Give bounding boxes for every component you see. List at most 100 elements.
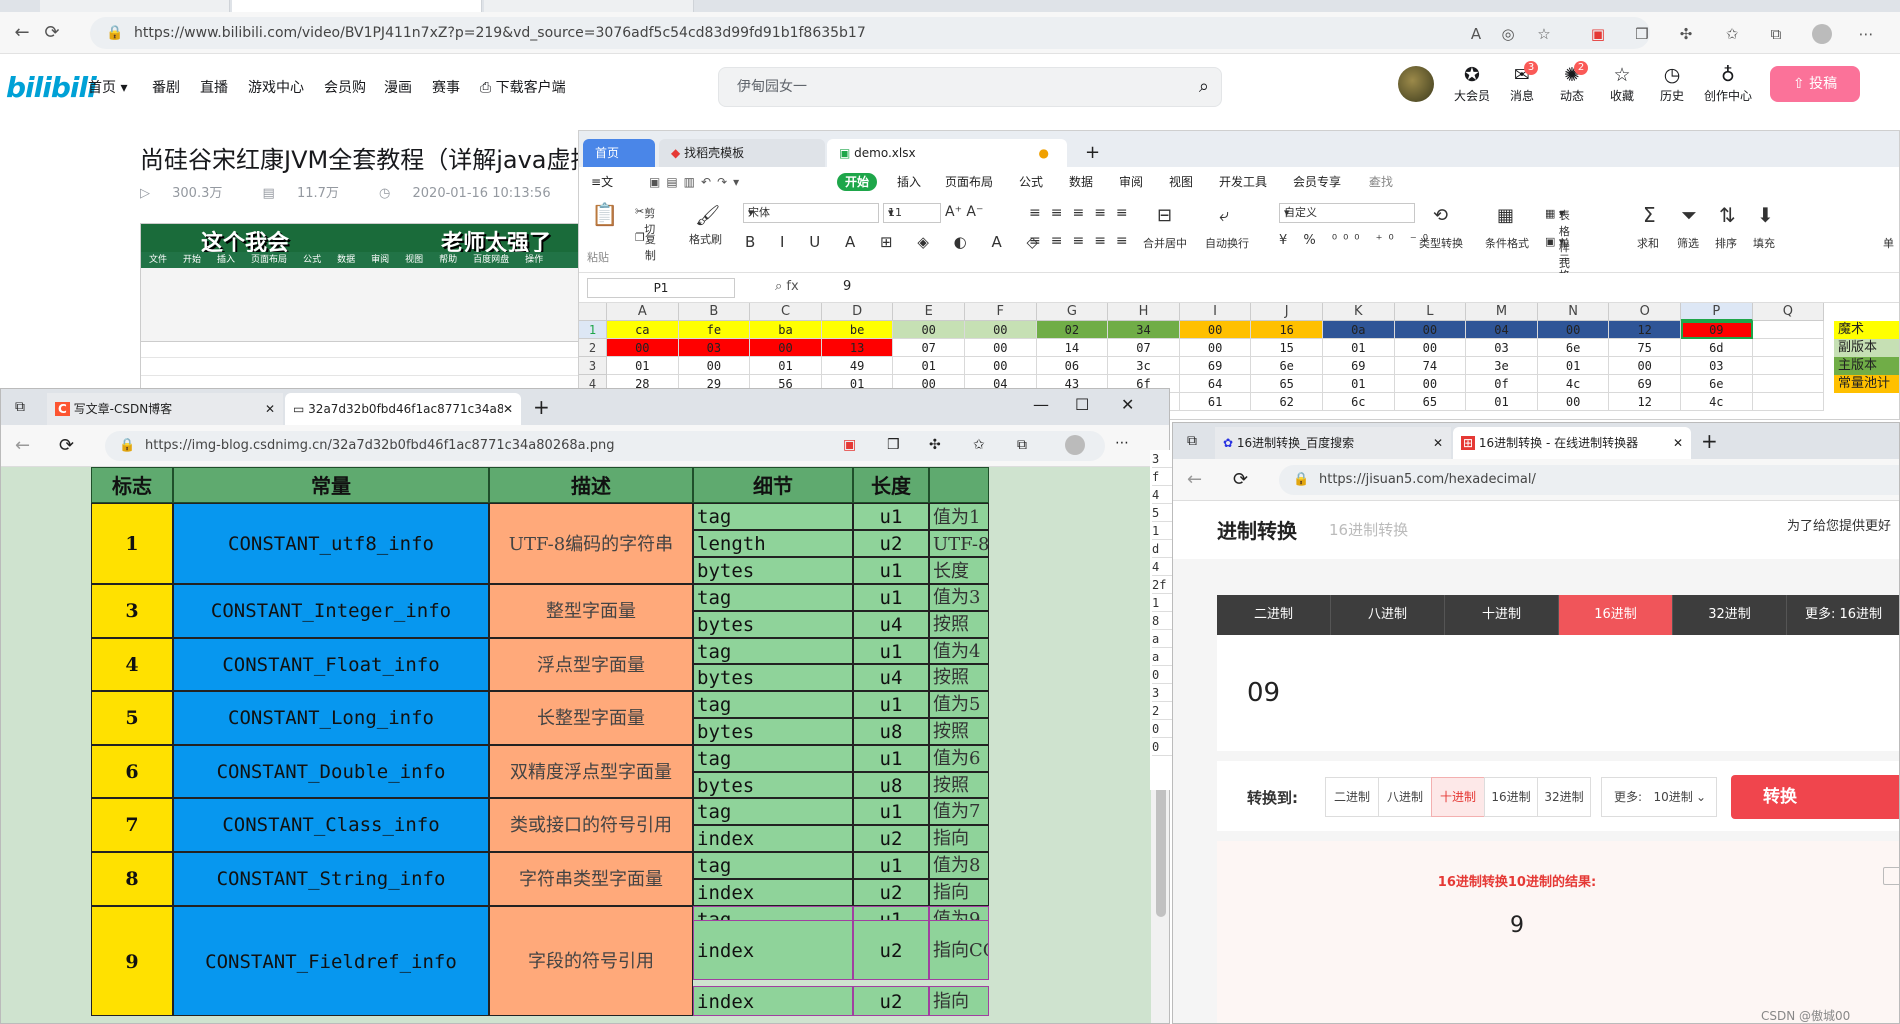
sheet-cell[interactable]: 34: [1108, 321, 1180, 339]
sheet-cell[interactable]: 12: [1609, 393, 1681, 411]
bilibili-logo[interactable]: bilibili: [6, 71, 97, 104]
sheet-cell[interactable]: 02: [1036, 321, 1109, 339]
nav-live[interactable]: 直播: [200, 77, 228, 97]
sheet-cell[interactable]: [1752, 321, 1825, 339]
back-icon[interactable]: ←: [1187, 469, 1202, 490]
more-menu-icon[interactable]: ⋯: [1115, 435, 1129, 451]
sheet-cell[interactable]: 00: [1537, 321, 1610, 339]
sort-icon[interactable]: ⇅: [1719, 203, 1736, 227]
formula-input[interactable]: 9: [843, 279, 851, 294]
cut-button[interactable]: ✂ 剪切: [635, 205, 655, 236]
row-header[interactable]: 1: [579, 321, 607, 339]
sheet-cell[interactable]: 06: [1036, 357, 1109, 375]
menu-review[interactable]: 审阅: [1119, 167, 1143, 197]
browser-tab-active[interactable]: [232, 0, 482, 12]
font-grow-icon[interactable]: A⁺ A⁻: [945, 204, 983, 220]
filter-button[interactable]: 筛选: [1677, 235, 1699, 251]
fx-icon[interactable]: ⌕ fx: [775, 279, 799, 294]
creator-button[interactable]: ♁ 创作中心: [1700, 63, 1756, 104]
sheet-cell[interactable]: 00: [965, 339, 1037, 357]
column-header[interactable]: E: [893, 303, 965, 321]
hex-input[interactable]: 09: [1217, 635, 1899, 751]
sheet-cell[interactable]: 09: [1681, 321, 1753, 339]
sheet-cell[interactable]: 01: [1323, 339, 1395, 357]
column-header[interactable]: C: [750, 303, 822, 321]
sheet-cell[interactable]: 65: [1394, 393, 1467, 411]
back-icon[interactable]: ←: [15, 435, 30, 456]
font-size-select[interactable]: 11 ▾: [883, 203, 941, 223]
sheet-cell[interactable]: 00: [965, 321, 1037, 339]
format-painter-label[interactable]: 格式刷: [689, 231, 722, 247]
sheet-cell[interactable]: 00: [965, 357, 1037, 375]
sheet-cell[interactable]: [1752, 339, 1825, 357]
refresh-icon[interactable]: ⟳: [40, 21, 64, 45]
profile-avatar[interactable]: [1812, 24, 1832, 44]
sheet-cell[interactable]: ca: [607, 321, 679, 339]
history-button[interactable]: ◷ 历史: [1650, 63, 1694, 104]
menu-layout[interactable]: 页面布局: [945, 167, 993, 197]
profile-avatar[interactable]: [1065, 435, 1085, 455]
back-icon[interactable]: ←: [10, 21, 34, 45]
number-format-select[interactable]: 自定义 ▾: [1279, 203, 1415, 223]
sheet-cell[interactable]: 00: [1537, 393, 1610, 411]
sheet-cell[interactable]: 74: [1394, 357, 1467, 375]
tab-baidu[interactable]: ✿ 16进制转换_百度搜索 ✕: [1215, 427, 1451, 459]
sheet-cell[interactable]: 69: [1609, 375, 1681, 393]
sheet-cell[interactable]: 01: [1537, 357, 1610, 375]
more-menu-icon[interactable]: ⋯: [1856, 24, 1876, 44]
address-bar[interactable]: 🔒 https://www.bilibili.com/video/BV1PJ41…: [90, 17, 1650, 49]
sheet-cell[interactable]: 6c: [1323, 393, 1395, 411]
sheet-cell[interactable]: 14: [1036, 339, 1109, 357]
extension-icon[interactable]: ▣: [843, 437, 856, 453]
read-aloud-icon[interactable]: A: [1466, 24, 1486, 44]
new-tab-button[interactable]: +: [533, 395, 550, 419]
sheet-cell[interactable]: 07: [1108, 339, 1180, 357]
sheet-cell[interactable]: 69: [1323, 357, 1395, 375]
sheet-cell[interactable]: 01: [1323, 375, 1395, 393]
menu-view[interactable]: 视图: [1169, 167, 1193, 197]
favorites-bar-icon[interactable]: ✩: [1722, 24, 1742, 44]
message-button[interactable]: ✉ 3 消息: [1500, 61, 1544, 104]
sheet-cell[interactable]: 4c: [1537, 375, 1610, 393]
format-painter-icon[interactable]: 🖌: [695, 203, 720, 227]
wrap-icon[interactable]: ⤶: [1219, 205, 1229, 226]
merge-icon[interactable]: ⊟: [1157, 205, 1172, 226]
sheet-cell[interactable]: 01: [750, 357, 822, 375]
collections-icon[interactable]: ❒: [887, 437, 900, 453]
tab-home[interactable]: 首页: [583, 139, 655, 167]
column-header[interactable]: H: [1108, 303, 1180, 321]
column-header[interactable]: O: [1609, 303, 1681, 321]
sheet-cell[interactable]: 00: [750, 339, 822, 357]
menu-member[interactable]: 会员专享: [1293, 167, 1341, 197]
align-top-icons[interactable]: ≡≡≡≡≡: [1029, 205, 1138, 221]
column-header[interactable]: L: [1394, 303, 1467, 321]
menu-start[interactable]: 开始: [837, 173, 878, 191]
address-bar[interactable]: 🔒 https://jisuan5.com/hexadecimal/: [1279, 465, 1899, 495]
sheet-cell[interactable]: 0a: [1323, 321, 1395, 339]
column-header[interactable]: P: [1681, 303, 1753, 321]
sheet-cell[interactable]: 6d: [1681, 339, 1753, 357]
sheet-cell[interactable]: be: [821, 321, 894, 339]
merge-center-button[interactable]: 合并居中: [1143, 235, 1187, 251]
column-header[interactable]: I: [1179, 303, 1252, 321]
refresh-icon[interactable]: ⟳: [59, 435, 74, 456]
tab-actions-icon[interactable]: ⧉: [15, 399, 25, 415]
sheet-cell[interactable]: ba: [750, 321, 822, 339]
menu-formula[interactable]: 公式: [1019, 167, 1043, 197]
sheet-cell[interactable]: 64: [1179, 375, 1252, 393]
sheet-cell[interactable]: 12: [1609, 321, 1681, 339]
fill-button[interactable]: 填充: [1753, 235, 1775, 251]
maximize-icon[interactable]: ☐: [1075, 395, 1089, 414]
nav-home[interactable]: 首页 ▾: [88, 77, 127, 97]
sheet-cell[interactable]: 03: [1681, 357, 1753, 375]
new-tab-button[interactable]: +: [1073, 139, 1103, 167]
number-format-icons[interactable]: ¥ % ⁰⁰⁰ ⁺⁰ ⁻⁰: [1279, 233, 1434, 248]
column-header[interactable]: K: [1323, 303, 1395, 321]
puzzle-icon[interactable]: ✣: [929, 437, 941, 453]
font-family-select[interactable]: 宋体 ▾: [743, 203, 879, 223]
video-player[interactable]: 这个我会 老师太强了 文件 开始 插入 页面布局 公式 数据 审阅 视图 帮助 百度网盘 操作: [140, 223, 580, 403]
favorites-bar-icon[interactable]: ✩: [973, 437, 985, 453]
sheet-cell[interactable]: 16: [1251, 321, 1323, 339]
sheet-cell[interactable]: 13: [821, 339, 894, 357]
type-convert-button[interactable]: 类型转换: [1419, 235, 1463, 251]
